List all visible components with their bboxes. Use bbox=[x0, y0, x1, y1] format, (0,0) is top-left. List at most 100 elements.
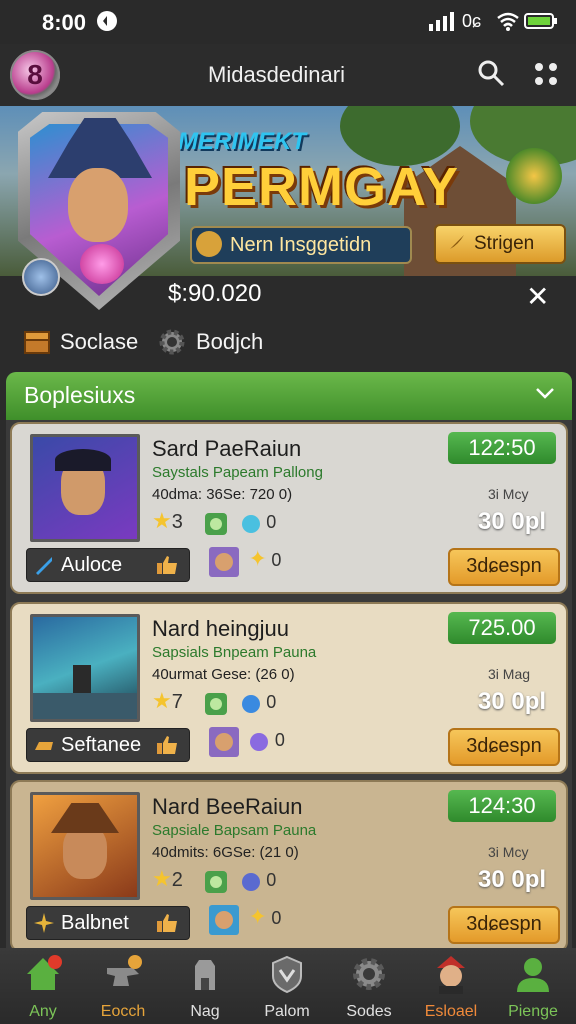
chevron-down-icon bbox=[536, 388, 554, 399]
extra-count: 0 bbox=[274, 730, 285, 751]
nav-item-palom[interactable]: Palom bbox=[252, 954, 322, 1020]
item-extra: ✦ 0 bbox=[208, 904, 308, 938]
logo-letter: 8 bbox=[27, 59, 43, 90]
sword-icon bbox=[36, 557, 52, 575]
nav-item-sodes[interactable]: Sodes bbox=[334, 954, 404, 1020]
list-item[interactable]: Nard BeeRaiun Sapsiale Bapsam Pauna 40dm… bbox=[10, 780, 568, 948]
item-action-button[interactable]: 3dɕespn bbox=[448, 548, 560, 586]
badge-count: 0 bbox=[266, 692, 277, 712]
item-amount: 30 0pl bbox=[478, 508, 547, 535]
nav-label: Palom bbox=[264, 1003, 310, 1020]
banner-badge[interactable]: Nern Insggetidn bbox=[190, 226, 412, 264]
item-price-note: 3i Mcy bbox=[488, 486, 529, 502]
item-amount: 30 0pl bbox=[478, 866, 547, 893]
wifi-icon bbox=[497, 12, 519, 31]
banner-heading-small: MERIMEKT bbox=[178, 128, 306, 155]
item-extra: ✦ 0 bbox=[208, 546, 308, 580]
nav-item-any[interactable]: Any bbox=[8, 954, 78, 1020]
nav-item-pienge[interactable]: Pienge bbox=[498, 954, 568, 1020]
list-item[interactable]: Sard PaeRaiun Saystals Papeam Pallong 40… bbox=[10, 422, 568, 594]
filter-bodjch[interactable]: Bodjch bbox=[156, 324, 263, 360]
badge-icon bbox=[205, 870, 228, 893]
swords-icon[interactable] bbox=[22, 258, 60, 296]
item-tag[interactable]: Auloce bbox=[26, 548, 190, 582]
thumbs-up-icon bbox=[157, 556, 177, 574]
section-title: Boplesiuxs bbox=[24, 382, 136, 408]
item-list: Sard PaeRaiun Saystals Papeam Pallong 40… bbox=[6, 420, 572, 948]
avatar-icon bbox=[209, 905, 239, 935]
nav-item-eocch[interactable]: Eocch bbox=[88, 954, 158, 1020]
gem-icon bbox=[241, 694, 260, 713]
item-action-button[interactable]: 3dɕespn bbox=[448, 728, 560, 766]
avatar-icon bbox=[209, 547, 239, 577]
gear-icon bbox=[159, 329, 185, 355]
item-amount: 30 0pl bbox=[478, 688, 547, 715]
spark-icon: ✦ bbox=[248, 546, 267, 572]
more-menu-icon[interactable] bbox=[534, 62, 558, 86]
item-thumbnail bbox=[30, 614, 140, 722]
item-price: 124:30 bbox=[448, 790, 556, 822]
item-thumbnail bbox=[30, 792, 140, 900]
badge-icon bbox=[205, 512, 228, 535]
filter-label: Bodjch bbox=[196, 329, 264, 354]
item-action-button[interactable]: 3dɕespn bbox=[448, 906, 560, 944]
star-count: 3 bbox=[171, 511, 183, 533]
nav-label: Sodes bbox=[346, 1003, 392, 1020]
hero-face bbox=[68, 168, 128, 242]
gear-icon bbox=[353, 958, 385, 990]
network-label: 0ɕ bbox=[462, 11, 482, 31]
item-stats: ★7 0 bbox=[152, 688, 312, 718]
bolt-icon[interactable] bbox=[506, 148, 562, 204]
star-count: 7 bbox=[171, 691, 183, 713]
extra-count: 0 bbox=[271, 550, 282, 571]
feather-icon bbox=[448, 235, 464, 251]
close-icon[interactable]: ✕ bbox=[526, 280, 549, 313]
badge-count: 0 bbox=[266, 870, 277, 890]
app-title: Midasdedinari bbox=[208, 62, 345, 87]
item-tag[interactable]: Seftanee bbox=[26, 728, 190, 762]
nav-label: Eocch bbox=[100, 1003, 146, 1020]
nav-label: Pienge bbox=[508, 1003, 558, 1020]
item-subtitle: Saystals Papeam Pallong bbox=[152, 464, 323, 481]
item-meta: 40dma: 36Se: 720 0) bbox=[152, 486, 293, 503]
star-icon: ★ bbox=[152, 508, 172, 533]
notification-icon bbox=[97, 11, 117, 31]
item-thumbnail bbox=[30, 434, 140, 542]
strigen-button[interactable]: Strigen bbox=[434, 224, 566, 264]
chest-icon bbox=[24, 331, 50, 354]
nav-item-esloael[interactable]: Esloael bbox=[416, 954, 486, 1020]
tower-icon bbox=[195, 960, 215, 990]
bottom-nav: Any Eocch Nag Palom Sodes Esloael Pienge bbox=[0, 948, 576, 1024]
item-price: 122:50 bbox=[448, 432, 556, 464]
tag-label: Balbnet bbox=[61, 912, 129, 934]
filter-soclase[interactable]: Soclase bbox=[22, 324, 138, 360]
section-header[interactable]: Boplesiuxs bbox=[6, 372, 572, 420]
nav-item-nag[interactable]: Nag bbox=[170, 954, 240, 1020]
banner-heading-large: PERMGAY bbox=[184, 157, 460, 217]
signal-icon bbox=[429, 12, 454, 31]
thumbs-up-icon bbox=[157, 914, 177, 932]
filter-label: Soclase bbox=[60, 329, 139, 354]
battery-icon bbox=[524, 13, 557, 29]
item-stats: ★3 0 bbox=[152, 508, 312, 538]
search-icon[interactable] bbox=[476, 58, 506, 88]
list-item[interactable]: Nard heingjuu Sapsials Bnpeam Pauna 40ur… bbox=[10, 602, 568, 774]
shield-icon bbox=[272, 955, 302, 994]
nav-label: Esloael bbox=[424, 1003, 478, 1020]
star-icon: ★ bbox=[152, 866, 172, 891]
status-bar: 8:00 0ɕ bbox=[0, 0, 576, 44]
item-name: Sard PaeRaiun bbox=[152, 436, 302, 461]
gem-icon bbox=[241, 514, 260, 533]
item-price: 725.00 bbox=[448, 612, 556, 644]
person-icon bbox=[517, 958, 549, 992]
item-meta: 40urmat Gese: (26 0) bbox=[152, 666, 295, 683]
app-logo[interactable]: 8 bbox=[10, 50, 60, 100]
item-subtitle: Sapsials Bnpeam Pauna bbox=[152, 644, 317, 661]
nav-label: Nag bbox=[190, 1003, 220, 1020]
strigen-label: Strigen bbox=[474, 233, 535, 254]
item-tag[interactable]: Balbnet bbox=[26, 906, 190, 940]
thumbs-up-icon bbox=[157, 736, 177, 754]
hero-avatar-icon bbox=[437, 956, 465, 994]
badge-icon bbox=[205, 692, 228, 715]
nav-label: Any bbox=[29, 1003, 57, 1020]
